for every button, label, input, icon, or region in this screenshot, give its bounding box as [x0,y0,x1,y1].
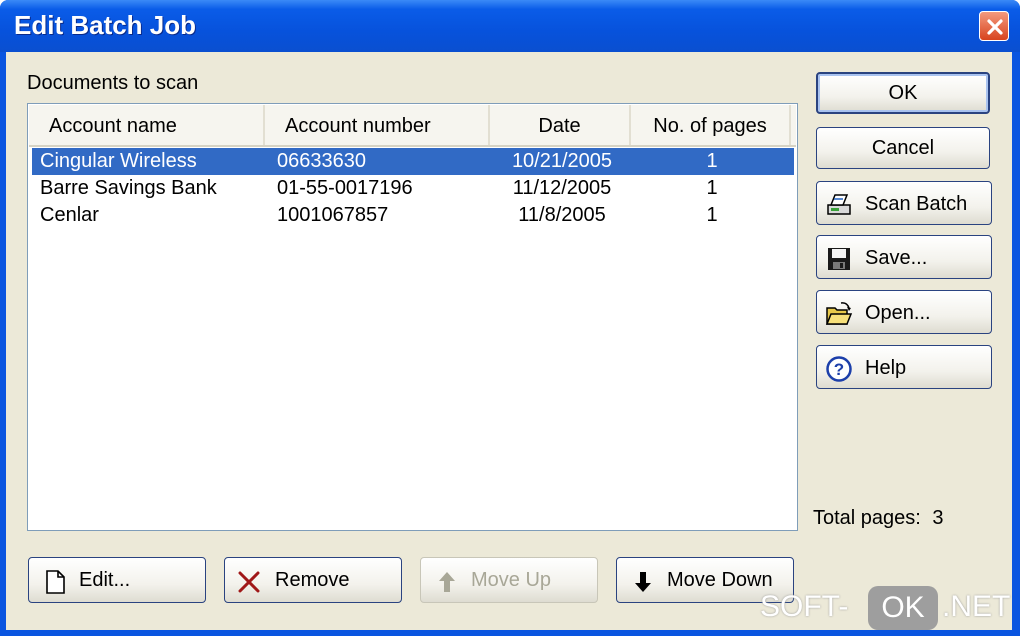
cell-account-number: 1001067857 [277,204,389,226]
total-pages: Total pages: 3 [813,507,944,530]
open-button[interactable]: Open... [816,290,992,334]
dialog-body: Documents to scan Account name Account n… [6,52,1012,630]
help-icon: ? [826,356,852,382]
documents-label: Documents to scan [27,72,199,94]
arrow-down-icon [635,572,651,592]
close-button[interactable] [979,11,1009,41]
table-row[interactable]: Cenlar 1001067857 11/8/2005 1 [32,202,794,229]
window-title: Edit Batch Job [14,10,197,40]
edit-button-label: Edit... [79,569,131,591]
arrow-up-icon [439,572,455,592]
cell-date: 10/21/2005 [511,150,613,172]
scan-batch-button[interactable]: Scan Batch [816,181,992,225]
table-row[interactable]: Cingular Wireless 06633630 10/21/2005 1 [32,148,794,175]
table-row[interactable]: Barre Savings Bank 01-55-0017196 11/12/2… [32,175,794,202]
scan-batch-button-label: Scan Batch [865,193,968,215]
cell-account-number: 06633630 [277,150,366,172]
help-button-label: Help [865,357,907,379]
cancel-button[interactable]: Cancel [816,127,990,169]
edit-batch-job-dialog: Edit Batch Job Documents to scan Account… [0,0,1020,636]
watermark-left: SOFT- [760,590,849,623]
help-button[interactable]: ? Help [816,345,992,389]
cell-account-name: Cenlar [40,204,99,226]
move-up-button-label: Move Up [471,569,552,591]
remove-button-label: Remove [275,569,350,591]
cell-account-name: Cingular Wireless [40,150,197,172]
total-pages-label: Total pages: [813,507,921,529]
remove-button[interactable]: Remove [224,557,402,603]
cell-date: 11/12/2005 [512,177,612,199]
title-bar[interactable]: Edit Batch Job [0,0,1020,52]
watermark-middle: OK [868,586,938,630]
close-icon [987,19,1003,35]
column-header-account-name[interactable]: Account name [29,105,265,145]
svg-text:?: ? [834,360,844,379]
scanner-icon [827,194,851,215]
cell-pages: 1 [706,204,718,226]
column-header-pages[interactable]: No. of pages [631,105,791,145]
document-icon [46,570,65,594]
cell-pages: 1 [706,177,718,199]
list-header: Account name Account number Date No. of … [29,105,796,147]
total-pages-value: 3 [932,507,944,529]
cell-account-name: Barre Savings Bank [40,177,217,199]
move-down-button-label: Move Down [667,569,773,591]
x-icon [238,571,260,593]
cell-pages: 1 [706,150,718,172]
floppy-disk-icon [828,248,850,270]
watermark-right: .NET [942,590,1011,623]
column-header-account-number[interactable]: Account number [265,105,490,145]
ok-button[interactable]: OK [816,72,990,114]
open-button-label: Open... [865,302,931,324]
save-button-label: Save... [865,247,928,269]
cell-account-number: 01-55-0017196 [277,177,413,199]
save-button[interactable]: Save... [816,235,992,279]
move-up-button[interactable]: Move Up [420,557,598,603]
ok-button-label: OK [888,82,918,104]
documents-list[interactable]: Account name Account number Date No. of … [27,103,798,531]
cell-date: 11/8/2005 [518,204,606,226]
column-header-date[interactable]: Date [490,105,631,145]
edit-button[interactable]: Edit... [28,557,206,603]
cancel-button-label: Cancel [871,137,935,159]
open-folder-icon [825,302,853,325]
